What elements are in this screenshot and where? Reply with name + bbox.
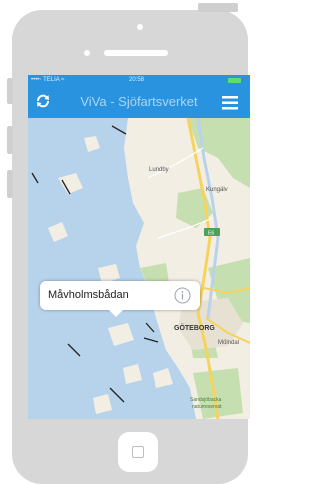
- home-square-icon: [132, 446, 144, 458]
- status-time: 20:58: [129, 77, 145, 83]
- map-label-goteborg: GÖTEBORG: [174, 323, 215, 332]
- map-label-molndal: Mölndal: [218, 340, 239, 346]
- station-callout[interactable]: Måvholmsbådan: [40, 281, 200, 317]
- station-name: Måvholmsbådan: [48, 289, 129, 301]
- volume-down-button: [7, 170, 13, 198]
- hamburger-menu-icon[interactable]: [221, 96, 239, 110]
- map-label-reserve: Sandsjöbacka: [190, 397, 222, 403]
- battery-icon: [228, 78, 241, 83]
- proximity-sensor: [84, 50, 90, 56]
- front-camera: [137, 24, 143, 30]
- app-title: ViVa - Sjöfartsverket: [80, 94, 198, 109]
- road-badge-label: E6: [208, 231, 214, 237]
- home-button[interactable]: [118, 432, 158, 472]
- map-label-kungalv: Kungälv: [206, 187, 228, 193]
- volume-up-button: [7, 126, 13, 154]
- power-button: [198, 3, 238, 12]
- carrier-signal: ••••◦ TELIA ≈: [31, 77, 65, 83]
- map-label-reserve-2: naturreservat: [192, 404, 222, 410]
- status-bar: ••••◦ TELIA ≈ 20:58: [28, 75, 250, 87]
- mute-switch: [7, 78, 13, 104]
- app-screen: ••••◦ TELIA ≈ 20:58 ViVa - Sjöfartsverke…: [28, 75, 250, 419]
- map-view[interactable]: E6 Lundby Kungälv GÖTEBORG Mölndal Sands…: [28, 118, 250, 419]
- nav-bar: ViVa - Sjöfartsverket: [28, 87, 250, 118]
- info-icon[interactable]: [174, 287, 191, 304]
- map-label-lundby: Lundby: [149, 167, 169, 173]
- earpiece-speaker: [104, 50, 168, 56]
